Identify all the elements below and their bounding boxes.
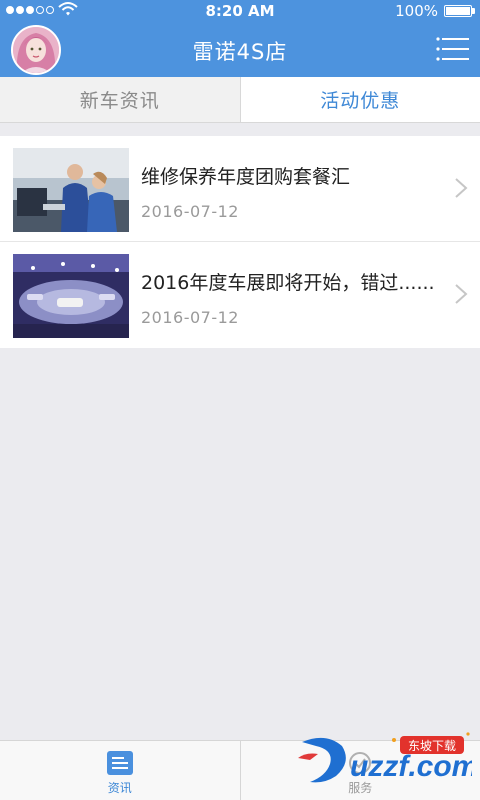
item-date: 2016-07-12 [141,308,239,327]
category-tabs: 新车资讯 活动优惠 [0,77,480,123]
item-title: 2016年度车展即将开始，错过...... [141,272,435,294]
mechanics-photo [13,148,129,232]
svg-text:东坡下载: 东坡下载 [408,739,456,753]
news-icon [106,751,133,775]
battery-nub [472,8,475,14]
bottom-tab-label: 资讯 [107,781,132,795]
list-item[interactable]: 2016年度车展即将开始，错过...... 2016-07-12 [0,242,480,348]
article-list: 维修保养年度团购套餐汇 2016-07-12 2016年度车展即将开始，错过..… [0,136,480,348]
chevron-right-icon [455,284,468,304]
bottom-tab-news[interactable]: 资讯 [0,741,241,800]
uzzf-watermark-logo: uzzf.com 东坡下载 [298,732,472,783]
page-title: 雷诺4S店 [192,40,288,64]
item-title: 维修保养年度团购套餐汇 [141,166,351,188]
tab-new-car-news[interactable]: 新车资讯 [0,77,241,122]
tab-promotions[interactable]: 活动优惠 [240,77,480,122]
chevron-right-icon [455,178,468,198]
battery-icon [444,5,472,17]
battery-percent: 100% [395,2,438,20]
svg-text:uzzf.com: uzzf.com [350,750,472,783]
item-date: 2016-07-12 [141,202,239,221]
auto-show-photo [13,254,129,338]
list-item[interactable]: 维修保养年度团购套餐汇 2016-07-12 [0,136,480,242]
app-header: 8:20 AM 100% 雷诺4S店 [0,0,480,77]
hamburger-menu-icon[interactable] [436,36,470,62]
status-bar: 8:20 AM 100% [0,0,480,22]
